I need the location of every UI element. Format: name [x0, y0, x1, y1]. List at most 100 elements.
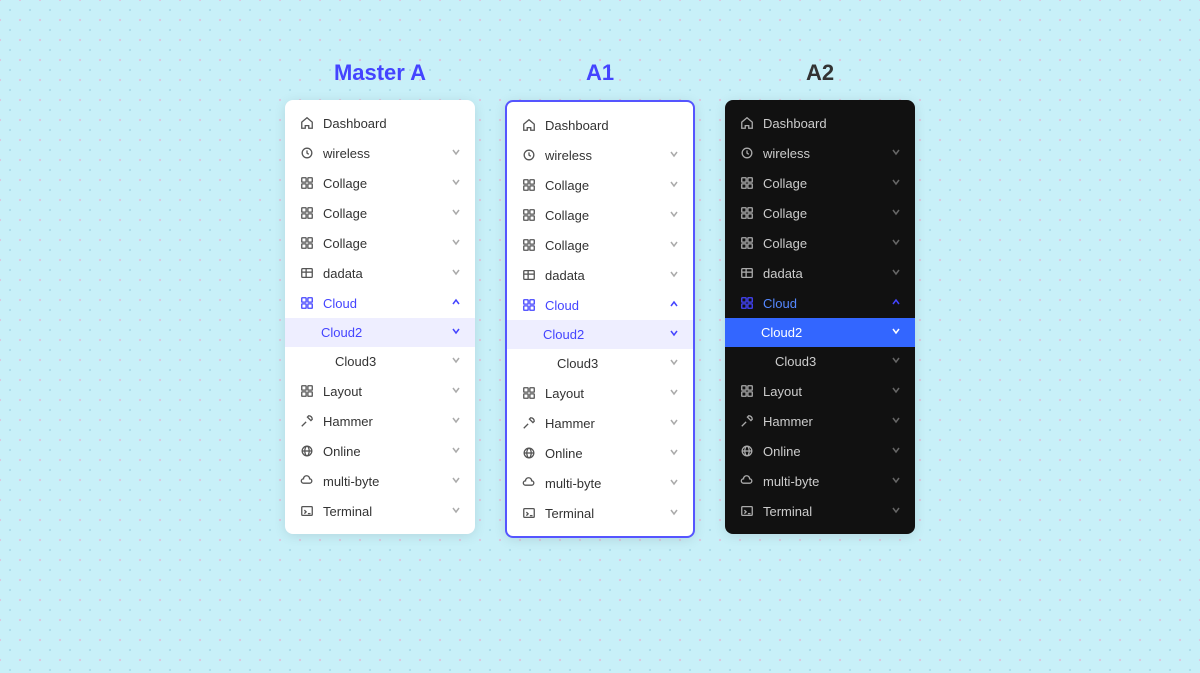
globe-icon — [299, 443, 315, 459]
menu-label-online: Online — [763, 444, 891, 459]
menu-label-cloud3: Cloud3 — [557, 356, 669, 371]
grid-icon — [739, 235, 755, 251]
menu-label-cloud3: Cloud3 — [775, 354, 891, 369]
menu-label-wireless: wireless — [545, 148, 669, 163]
menu-item-hammer[interactable]: Hammer — [285, 406, 475, 436]
panel-container-master-a: Master ADashboardwirelessCollageCollageC… — [285, 60, 475, 538]
menu-label-hammer: Hammer — [545, 416, 669, 431]
menu-item-layout[interactable]: Layout — [725, 376, 915, 406]
menu-label-dadata: dadata — [763, 266, 891, 281]
menu-item-cloud3[interactable]: Cloud3 — [285, 347, 475, 376]
menu-item-layout[interactable]: Layout — [285, 376, 475, 406]
menu-label-collage1: Collage — [323, 176, 451, 191]
menu-item-collage3[interactable]: Collage — [725, 228, 915, 258]
menu-item-cloud3[interactable]: Cloud3 — [507, 349, 693, 378]
menu-item-cloud[interactable]: Cloud — [507, 290, 693, 320]
menu-item-collage2[interactable]: Collage — [285, 198, 475, 228]
menu-item-terminal[interactable]: Terminal — [285, 496, 475, 526]
table-icon — [299, 265, 315, 281]
menu-item-multibyte[interactable]: multi-byte — [507, 468, 693, 498]
chevron-down-icon — [669, 269, 679, 282]
tool-icon — [299, 413, 315, 429]
chevron-down-icon — [451, 326, 461, 339]
cloud-icon — [521, 475, 537, 491]
menu-item-collage1[interactable]: Collage — [725, 168, 915, 198]
menu-item-collage3[interactable]: Collage — [285, 228, 475, 258]
grid-icon — [299, 175, 315, 191]
tool-icon — [739, 413, 755, 429]
chevron-up-icon — [669, 299, 679, 312]
menu-item-wireless[interactable]: wireless — [725, 138, 915, 168]
menu-item-wireless[interactable]: wireless — [285, 138, 475, 168]
menu-item-dashboard[interactable]: Dashboard — [507, 110, 693, 140]
menu-label-dadata: dadata — [323, 266, 451, 281]
menu-label-cloud2: Cloud2 — [543, 327, 669, 342]
chevron-down-icon — [891, 445, 901, 458]
menu-item-wireless[interactable]: wireless — [507, 140, 693, 170]
chevron-up-icon — [451, 297, 461, 310]
menu-label-online: Online — [323, 444, 451, 459]
chevron-down-icon — [669, 387, 679, 400]
menu-item-collage1[interactable]: Collage — [285, 168, 475, 198]
menu-item-collage3[interactable]: Collage — [507, 230, 693, 260]
menu-label-terminal: Terminal — [763, 504, 891, 519]
menu-item-cloud2[interactable]: Cloud2 — [285, 318, 475, 347]
grid-icon — [739, 205, 755, 221]
chevron-down-icon — [451, 267, 461, 280]
cloud-icon — [739, 473, 755, 489]
home-icon — [521, 117, 537, 133]
sidebar-master-a: DashboardwirelessCollageCollageCollageda… — [285, 100, 475, 534]
grid-icon — [739, 295, 755, 311]
menu-item-dashboard[interactable]: Dashboard — [725, 108, 915, 138]
panel-title-a2: A2 — [806, 60, 834, 86]
chevron-down-icon — [451, 415, 461, 428]
menu-item-online[interactable]: Online — [725, 436, 915, 466]
chevron-down-icon — [669, 179, 679, 192]
menu-label-dashboard: Dashboard — [545, 118, 679, 133]
menu-item-online[interactable]: Online — [285, 436, 475, 466]
menu-item-terminal[interactable]: Terminal — [507, 498, 693, 528]
panel-container-a1: A1DashboardwirelessCollageCollageCollage… — [505, 60, 695, 538]
menu-label-cloud2: Cloud2 — [761, 325, 891, 340]
menu-item-multibyte[interactable]: multi-byte — [285, 466, 475, 496]
menu-item-cloud[interactable]: Cloud — [285, 288, 475, 318]
menu-item-collage2[interactable]: Collage — [507, 200, 693, 230]
chevron-down-icon — [669, 507, 679, 520]
menu-label-cloud3: Cloud3 — [335, 354, 451, 369]
menu-item-hammer[interactable]: Hammer — [507, 408, 693, 438]
menu-item-dadata[interactable]: dadata — [725, 258, 915, 288]
menu-item-cloud3[interactable]: Cloud3 — [725, 347, 915, 376]
chevron-down-icon — [451, 475, 461, 488]
panel-group: Master ADashboardwirelessCollageCollageC… — [285, 60, 915, 538]
chevron-down-icon — [891, 326, 901, 339]
chevron-down-icon — [891, 177, 901, 190]
menu-label-multibyte: multi-byte — [545, 476, 669, 491]
menu-label-cloud2: Cloud2 — [321, 325, 451, 340]
menu-item-cloud2[interactable]: Cloud2 — [725, 318, 915, 347]
menu-item-multibyte[interactable]: multi-byte — [725, 466, 915, 496]
chevron-down-icon — [891, 415, 901, 428]
menu-item-layout[interactable]: Layout — [507, 378, 693, 408]
sidebar-a2: DashboardwirelessCollageCollageCollageda… — [725, 100, 915, 534]
clock-icon — [521, 147, 537, 163]
chevron-down-icon — [891, 505, 901, 518]
menu-label-collage2: Collage — [763, 206, 891, 221]
menu-item-cloud[interactable]: Cloud — [725, 288, 915, 318]
panel-title-master-a: Master A — [334, 60, 426, 86]
menu-item-collage2[interactable]: Collage — [725, 198, 915, 228]
table-icon — [739, 265, 755, 281]
menu-label-cloud: Cloud — [323, 296, 451, 311]
menu-item-dadata[interactable]: dadata — [507, 260, 693, 290]
chevron-down-icon — [451, 445, 461, 458]
chevron-down-icon — [451, 355, 461, 368]
menu-item-dadata[interactable]: dadata — [285, 258, 475, 288]
menu-item-hammer[interactable]: Hammer — [725, 406, 915, 436]
menu-item-terminal[interactable]: Terminal — [725, 496, 915, 526]
chevron-down-icon — [451, 207, 461, 220]
grid-icon — [521, 207, 537, 223]
menu-item-cloud2[interactable]: Cloud2 — [507, 320, 693, 349]
menu-label-terminal: Terminal — [545, 506, 669, 521]
menu-item-dashboard[interactable]: Dashboard — [285, 108, 475, 138]
menu-item-collage1[interactable]: Collage — [507, 170, 693, 200]
menu-item-online[interactable]: Online — [507, 438, 693, 468]
